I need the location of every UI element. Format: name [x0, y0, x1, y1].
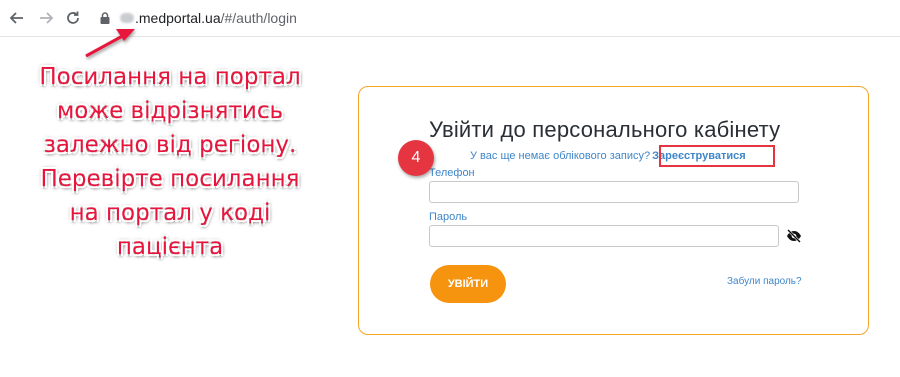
no-account-text: У вас ще немає облікового запису? — [470, 150, 651, 162]
annotation-text: Посилання на портал може відрізнятись за… — [20, 60, 320, 264]
login-card: Увійти до персонального кабінету У вас щ… — [358, 86, 869, 335]
phone-label: Телефон — [429, 167, 475, 179]
annotation-line: пацієнта — [116, 234, 224, 260]
blurred-subdomain — [120, 13, 134, 23]
address-bar[interactable]: .medportal.ua/#/auth/login — [98, 8, 297, 28]
url-path: /#/auth/login — [220, 10, 297, 26]
eye-slash-icon[interactable] — [786, 228, 802, 244]
step-badge: 4 — [398, 140, 434, 176]
forward-icon[interactable] — [35, 7, 57, 29]
annotation-line: Перевірте посилання — [40, 166, 300, 192]
annotation-line: на портал у коді — [69, 200, 271, 226]
browser-toolbar: .medportal.ua/#/auth/login — [0, 0, 900, 37]
phone-input[interactable] — [429, 181, 799, 203]
page-title: Увійти до персонального кабінету — [429, 117, 781, 142]
reload-icon[interactable] — [62, 7, 84, 29]
forgot-password-link[interactable]: Забули пароль? — [727, 276, 802, 287]
url-domain: .medportal.ua — [135, 10, 221, 26]
password-label: Пароль — [429, 211, 468, 223]
annotation-line: Посилання на портал — [39, 64, 301, 90]
login-button[interactable]: УВІЙТИ — [430, 265, 506, 303]
annotation-line: може відрізнятись — [56, 98, 284, 124]
lock-icon — [100, 12, 110, 24]
back-icon[interactable] — [6, 7, 28, 29]
password-input[interactable] — [429, 225, 779, 247]
register-highlight-box — [659, 145, 775, 167]
annotation-line: залежно від регіону. — [43, 132, 297, 158]
